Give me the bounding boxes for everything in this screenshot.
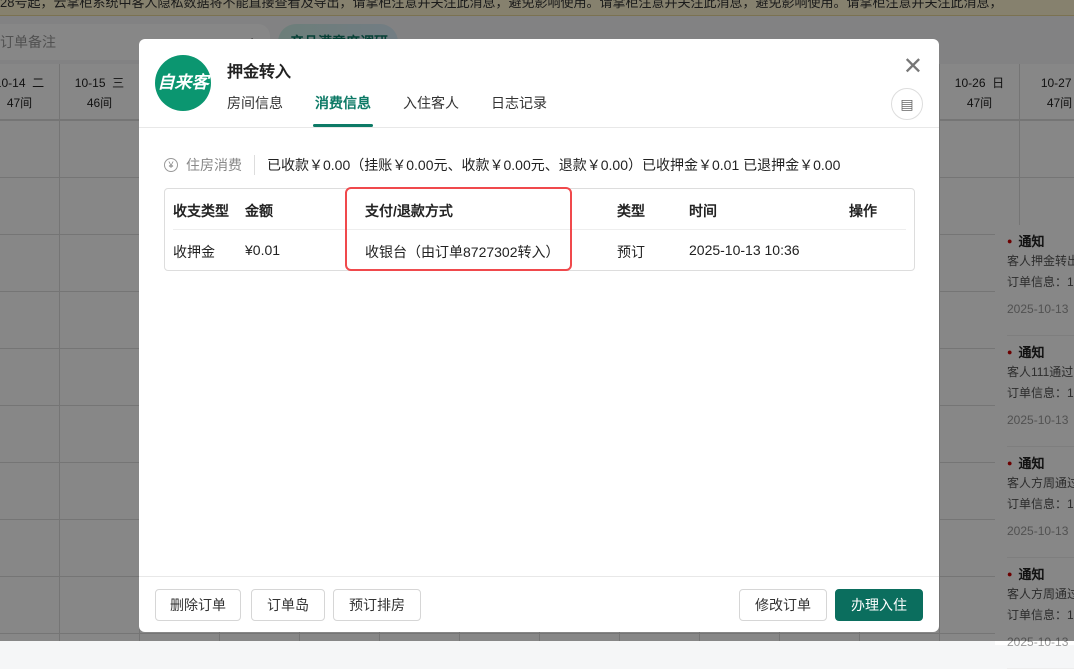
col-header: 类型 [617,203,645,219]
yen-icon: ¥ [164,158,178,172]
delete-order-button[interactable]: 删除订单 [155,589,241,621]
col-header: 收支类型 [173,203,229,219]
tab-log[interactable]: 日志记录 [491,91,547,127]
cell-type: 收押金 [173,244,215,260]
divider [139,127,939,128]
order-island-button[interactable]: 订单岛 [251,589,325,621]
cell-amount: ¥0.01 [245,242,281,258]
tab-room-info[interactable]: 房间信息 [227,91,283,127]
cell-time: 2025-10-13 10:36 [689,242,800,258]
divider [139,576,939,577]
tab-guests[interactable]: 入住客人 [403,91,459,127]
cell-kind: 预订 [617,244,645,260]
order-modal: 自来客 押金转入 房间信息 消费信息 入住客人 日志记录 ✕ ▤ ¥ 住房消费 … [139,39,939,632]
col-header: 金额 [245,203,273,219]
channel-logo: 自来客 [155,55,211,111]
summary-text: 已收款￥0.00（挂账￥0.00元、收款￥0.00元、退款￥0.00）已收押金￥… [267,157,841,173]
summary-label: 住房消费 [186,155,255,175]
arrange-room-button[interactable]: 预订排房 [333,589,421,621]
close-icon[interactable]: ✕ [903,55,923,79]
tab-consumption-info[interactable]: 消费信息 [313,91,373,127]
modal-tabs: 房间信息 消费信息 入住客人 日志记录 [227,91,579,127]
modal-title: 押金转入 [227,64,292,81]
col-header: 时间 [689,203,717,219]
col-header: 操作 [849,203,877,219]
consumption-summary: ¥ 住房消费 已收款￥0.00（挂账￥0.00元、收款￥0.00元、退款￥0.0… [164,155,840,175]
modify-order-button[interactable]: 修改订单 [739,589,827,621]
highlight-box [345,187,572,271]
check-in-button[interactable]: 办理入住 [835,589,923,621]
room-card-icon[interactable]: ▤ [891,88,923,120]
